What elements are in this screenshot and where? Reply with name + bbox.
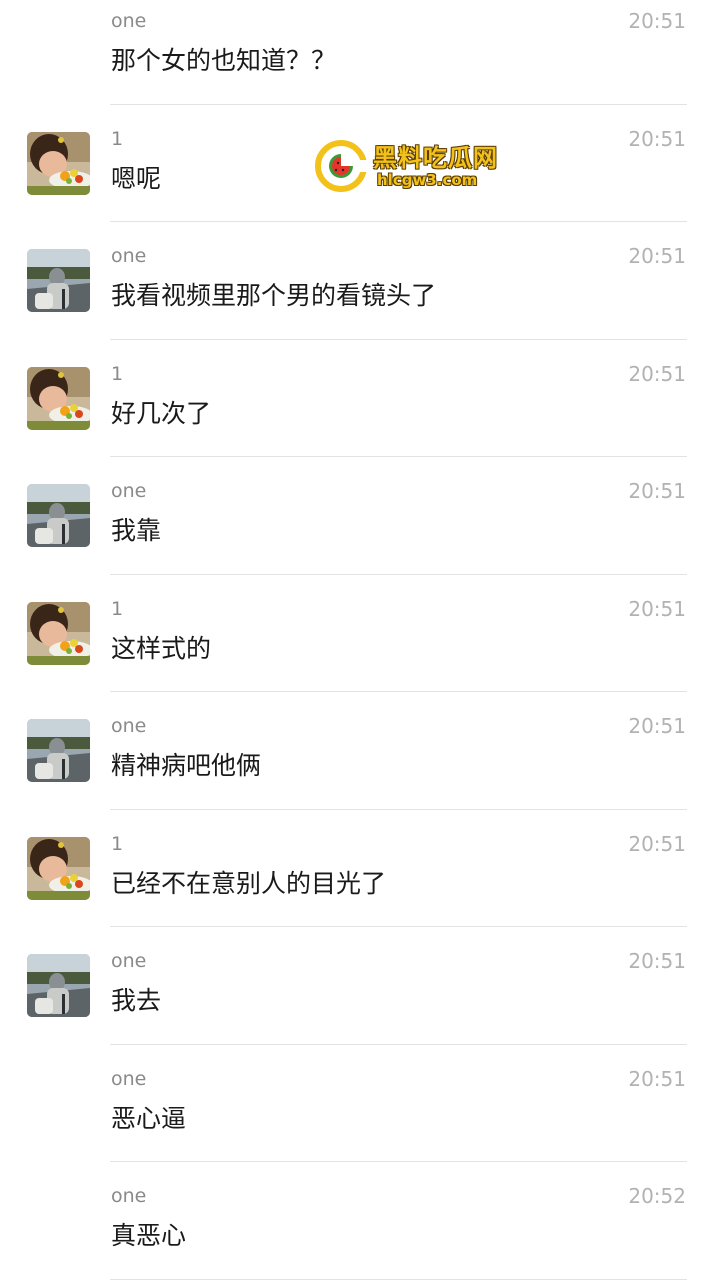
road-photo-icon [27,249,90,312]
sender-name: one [111,950,147,972]
message-row[interactable]: one 20:51 那个女的也知道？？ [0,0,715,105]
sender-name: one [111,1067,147,1090]
road-photo-icon [27,484,90,547]
girl-photo-icon [27,601,90,665]
message-text: 我靠 [111,516,162,545]
avatar-girl-with-food[interactable] [27,601,90,665]
message-row[interactable]: one 20:51 精神病吧他俩 [0,692,715,810]
sender-name: one [111,715,147,737]
road-photo-icon [27,719,90,782]
message-row[interactable]: one 20:51 我看视频里那个男的看镜头了 [0,222,715,340]
message-time: 20:51 [628,949,686,973]
message-text: 真恶心 [111,1221,187,1250]
message-text: 我去 [111,986,162,1015]
watermark: 黑料吃瓜网 hlcgw3.com [315,138,515,196]
avatar-girl-with-food[interactable] [27,131,90,195]
message-time: 20:51 [628,9,686,33]
message-time: 20:52 [628,1184,686,1208]
message-time: 20:51 [628,1066,686,1091]
girl-photo-icon [27,836,90,900]
sender-name: one [111,1185,147,1207]
message-time: 20:51 [628,479,686,503]
road-photo-icon [27,954,90,1017]
message-text: 已经不在意别人的目光了 [111,868,387,898]
avatar-road[interactable] [27,719,90,782]
message-row[interactable]: one 20:51 我靠 [0,457,715,575]
message-time: 20:51 [628,831,686,856]
message-text: 恶心逼 [111,1103,187,1133]
message-row[interactable]: 1 20:51 这样式的 [0,575,715,692]
avatar-girl-with-food[interactable] [27,836,90,900]
sender-name: one [111,10,147,32]
message-text: 我看视频里那个男的看镜头了 [111,281,437,310]
avatar-girl-with-food[interactable] [27,366,90,430]
sender-name: 1 [111,832,124,855]
avatar-road[interactable] [27,249,90,312]
message-row[interactable]: one 20:51 我去 [0,927,715,1045]
sender-name: 1 [111,362,124,385]
message-row[interactable]: one 20:52 真恶心 [0,1162,715,1280]
sender-name: one [111,245,147,267]
watermark-title: 黑料吃瓜网 [373,144,498,172]
message-row[interactable]: 1 20:51 已经不在意别人的目光了 [0,810,715,927]
sender-name: 1 [111,597,124,620]
message-text: 好几次了 [111,398,212,428]
message-time: 20:51 [628,244,686,268]
message-time: 20:51 [628,361,686,386]
message-time: 20:51 [628,126,686,151]
girl-photo-icon [27,131,90,195]
avatar-road[interactable] [27,484,90,547]
message-text: 这样式的 [111,633,212,663]
sender-name: 1 [111,127,124,150]
message-text: 那个女的也知道？？ [111,46,337,75]
watermark-url: hlcgw3.com [377,171,478,189]
girl-photo-icon [27,366,90,430]
message-row[interactable]: 1 20:51 好几次了 [0,340,715,457]
message-text: 精神病吧他俩 [111,751,262,780]
message-time: 20:51 [628,596,686,621]
message-time: 20:51 [628,714,686,738]
sender-name: one [111,480,147,502]
message-row[interactable]: one 20:51 恶心逼 [0,1045,715,1162]
divider [110,1278,687,1280]
message-text: 嗯呢 [111,163,162,193]
avatar-road[interactable] [27,954,90,1017]
watermelon-logo-icon [315,140,367,192]
